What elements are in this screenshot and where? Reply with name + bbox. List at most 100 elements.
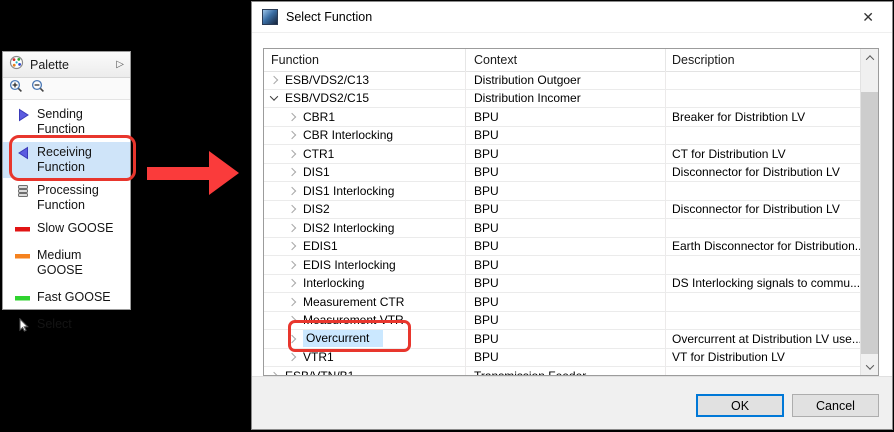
function-cell[interactable]: DIS2 Interlocking [264,219,465,237]
description-cell[interactable] [665,367,861,375]
palette-item-slow-goose[interactable]: Slow GOOSE [3,218,130,239]
context-cell[interactable]: Transmission Feeder [465,367,665,375]
table-row[interactable]: ESB/VDS2/C13Distribution Outgoer [264,71,861,90]
tree-chevron-icon[interactable] [288,187,296,195]
column-header-description[interactable]: Description [665,49,861,71]
table-row[interactable]: DIS2 Interlocking BPU [264,219,861,238]
table-row[interactable]: Measurement VTR BPU [264,312,861,331]
function-name[interactable]: Measurement CTR [303,295,404,309]
function-name[interactable]: Measurement VTR [303,313,404,327]
tree-chevron-icon[interactable] [288,150,296,158]
close-icon[interactable]: ✕ [858,8,878,26]
description-cell[interactable]: Earth Disconnector for Distribution... [665,238,861,256]
function-cell[interactable]: DIS2 [264,201,465,219]
context-cell[interactable]: BPU [465,145,665,163]
context-cell[interactable]: BPU [465,219,665,237]
context-cell[interactable]: Distribution Incomer [465,90,665,108]
function-name[interactable]: Overcurrent [303,330,383,347]
context-cell[interactable]: BPU [465,275,665,293]
table-row[interactable]: DIS2 BPUDisconnector for Distribution LV [264,201,861,220]
table-row[interactable]: DIS1 BPUDisconnector for Distribution LV [264,164,861,183]
table-row[interactable]: CBR1 BPUBreaker for Distribtion LV [264,108,861,127]
description-cell[interactable] [665,71,861,89]
tree-chevron-icon[interactable] [288,205,296,213]
column-header-context[interactable]: Context [465,49,665,71]
table-row[interactable]: InterlockingBPUDS Interlocking signals t… [264,275,861,294]
function-cell[interactable]: Measurement CTR [264,293,465,311]
context-cell[interactable]: BPU [465,201,665,219]
context-cell[interactable]: BPU [465,238,665,256]
vertical-scrollbar[interactable] [860,49,878,375]
context-cell[interactable]: BPU [465,164,665,182]
function-name[interactable]: ESB/VDS2/C15 [285,91,369,105]
context-cell[interactable]: BPU [465,349,665,367]
tree-chevron-icon[interactable] [270,372,278,375]
palette-item-processing-function[interactable]: Processing Function [3,180,130,216]
scroll-up-icon[interactable] [861,49,878,66]
function-cell[interactable]: ESB/VTN/B1 [264,367,465,375]
description-cell[interactable]: Breaker for Distribtion LV [665,108,861,126]
function-cell[interactable]: EDIS1 [264,238,465,256]
tree-chevron-icon[interactable] [288,353,296,361]
function-cell[interactable]: DIS1 Interlocking [264,182,465,200]
context-cell[interactable]: BPU [465,256,665,274]
context-cell[interactable]: BPU [465,182,665,200]
function-name[interactable]: EDIS1 [303,239,338,253]
tree-chevron-icon[interactable] [288,242,296,250]
table-row[interactable]: EDIS Interlocking BPU [264,256,861,275]
description-cell[interactable]: VT for Distribution LV [665,349,861,367]
description-cell[interactable]: CT for Distribution LV [665,145,861,163]
function-name[interactable]: DIS1 [303,165,330,179]
table-row[interactable]: DIS1 Interlocking BPU [264,182,861,201]
function-name[interactable]: ESB/VTN/B1 [285,369,354,375]
function-name[interactable]: DIS2 [303,202,330,216]
palette-item-sending-function[interactable]: Sending Function [3,104,130,140]
scroll-down-icon[interactable] [861,358,878,375]
function-cell[interactable]: DIS1 [264,164,465,182]
palette-item-medium-goose[interactable]: Medium GOOSE [3,245,130,281]
context-cell[interactable]: BPU [465,330,665,348]
context-cell[interactable]: BPU [465,108,665,126]
context-cell[interactable]: BPU [465,293,665,311]
description-cell[interactable]: DS Interlocking signals to commu... [665,275,861,293]
table-row[interactable]: OvercurrentBPUOvercurrent at Distributio… [264,330,861,349]
scrollbar-thumb[interactable] [861,92,878,354]
tree-chevron-icon[interactable] [288,316,296,324]
description-cell[interactable]: Disconnector for Distribution LV [665,201,861,219]
table-row[interactable]: ESB/VDS2/C15 Distribution Incomer [264,90,861,109]
tree-chevron-icon[interactable] [288,113,296,121]
function-cell[interactable]: CBR Interlocking [264,127,465,145]
description-cell[interactable] [665,127,861,145]
function-name[interactable]: ESB/VDS2/C13 [285,73,369,87]
table-row[interactable]: CTR1 BPUCT for Distribution LV [264,145,861,164]
function-name[interactable]: EDIS Interlocking [303,258,396,272]
function-name[interactable]: VTR1 [303,350,334,364]
palette-item-select[interactable]: Select [3,314,130,335]
ok-button[interactable]: OK [696,394,784,417]
function-cell[interactable]: Interlocking [264,275,465,293]
tree-chevron-icon[interactable] [288,168,296,176]
function-cell[interactable]: Measurement VTR [264,312,465,330]
function-name[interactable]: CTR1 [303,147,334,161]
context-cell[interactable]: BPU [465,312,665,330]
function-name[interactable]: DIS2 Interlocking [303,221,394,235]
tree-chevron-icon[interactable] [288,131,296,139]
tree-chevron-icon[interactable] [288,298,296,306]
function-name[interactable]: CBR1 [303,110,335,124]
tree-chevron-icon[interactable] [270,76,278,84]
cancel-button[interactable]: Cancel [792,394,879,417]
tree-chevron-icon[interactable] [270,93,278,101]
description-cell[interactable] [665,90,861,108]
zoom-in-icon[interactable] [9,79,23,98]
table-row[interactable]: CBR InterlockingBPU [264,127,861,146]
function-cell[interactable]: EDIS Interlocking [264,256,465,274]
description-cell[interactable] [665,219,861,237]
description-cell[interactable] [665,293,861,311]
tree-chevron-icon[interactable] [288,335,296,343]
function-name[interactable]: DIS1 Interlocking [303,184,394,198]
description-cell[interactable]: Disconnector for Distribution LV [665,164,861,182]
description-cell[interactable] [665,312,861,330]
tree-chevron-icon[interactable] [288,261,296,269]
tree-chevron-icon[interactable] [288,224,296,232]
zoom-out-icon[interactable] [31,79,45,98]
